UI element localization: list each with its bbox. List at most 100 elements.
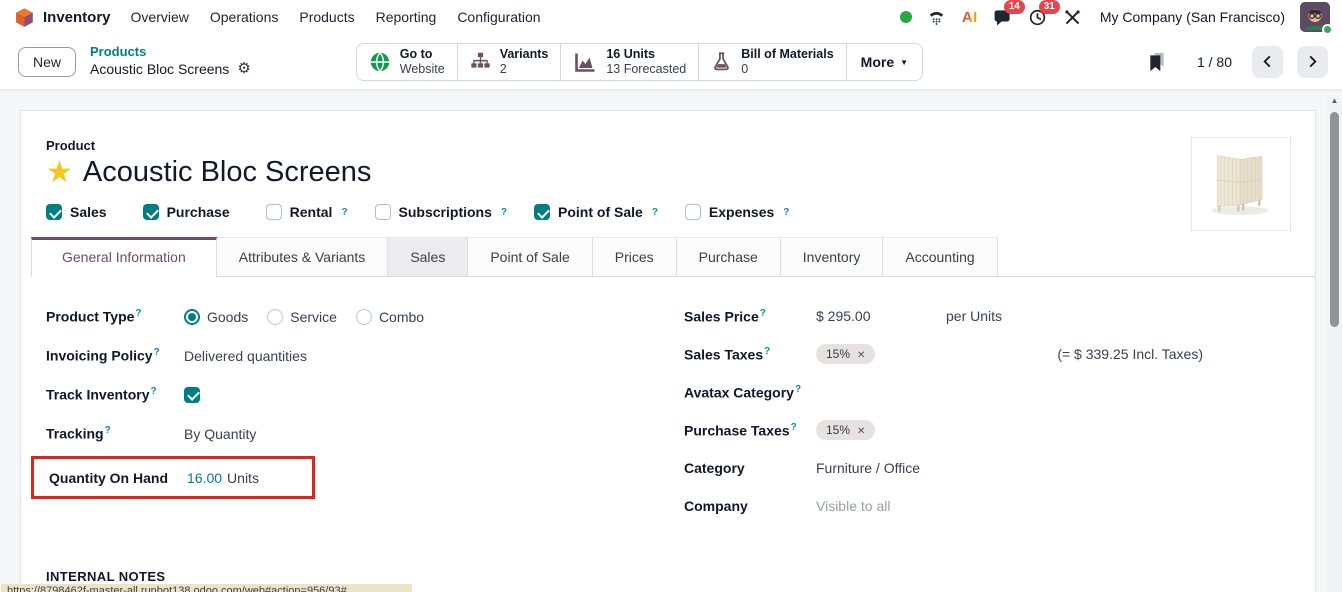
tab-sales[interactable]: Sales <box>388 237 468 276</box>
acoustic-screen-picture <box>1198 144 1284 224</box>
tax-included-note: (= $ 339.25 Incl. Taxes) <box>1057 346 1203 362</box>
menu-products[interactable]: Products <box>299 9 354 25</box>
smart-button-label: Variants <box>500 47 549 62</box>
radio-goods[interactable]: Goods <box>184 309 248 325</box>
toggle-rental[interactable]: Rental? <box>266 204 348 220</box>
form-left-column: Product Type? Goods Service Combo Invoic… <box>46 297 666 525</box>
sales-tax-tag[interactable]: 15% <box>816 344 875 364</box>
toggle-sales[interactable]: Sales <box>46 204 116 220</box>
smart-button-label: Bill of Materials <box>741 47 833 62</box>
smart-button-go-to-website[interactable]: Go to Website <box>357 44 458 80</box>
field-product-type: Product Type? Goods Service Combo <box>46 297 666 336</box>
globe-icon <box>369 51 391 73</box>
field-invoicing-policy: Invoicing Policy? Delivered quantities <box>46 336 666 375</box>
company-value[interactable]: Visible to all <box>816 498 890 514</box>
purchase-checkbox[interactable] <box>143 204 159 220</box>
pager-next-button[interactable] <box>1297 46 1328 78</box>
more-button[interactable]: More <box>847 44 922 80</box>
menu-reporting[interactable]: Reporting <box>376 9 437 25</box>
tab-inventory[interactable]: Inventory <box>781 237 884 276</box>
tracking-value[interactable]: By Quantity <box>184 426 256 442</box>
phone-icon[interactable] <box>927 7 947 27</box>
control-panel: New Products Acoustic Bloc Screens Go to… <box>0 34 1342 90</box>
field-purchase-taxes: Purchase Taxes? 15% <box>684 411 1289 449</box>
form-right-column: Sales Price? $ 295.00 per Units Sales Ta… <box>666 297 1289 525</box>
smart-button-bill-of-materials[interactable]: Bill of Materials 0 <box>699 44 846 80</box>
field-tracking: Tracking? By Quantity <box>46 414 666 453</box>
product-form-sheet: Product Acoustic Bloc Screens Sales Purc… <box>20 110 1316 592</box>
sales-checkbox[interactable] <box>46 204 62 220</box>
tab-accounting[interactable]: Accounting <box>883 237 997 276</box>
field-track-inventory: Track Inventory? <box>46 375 666 414</box>
toggle-purchase[interactable]: Purchase <box>143 204 239 220</box>
toggle-expenses[interactable]: Expenses? <box>685 204 789 220</box>
bookmark-icon[interactable] <box>1147 52 1167 72</box>
menu-configuration[interactable]: Configuration <box>457 9 540 25</box>
radio-service[interactable]: Service <box>267 309 337 325</box>
user-avatar[interactable] <box>1300 2 1330 32</box>
tab-point-of-sale[interactable]: Point of Sale <box>468 237 592 276</box>
field-avatax-category: Avatax Category? <box>684 373 1289 411</box>
invoicing-policy-value[interactable]: Delivered quantities <box>184 348 307 364</box>
subscriptions-checkbox[interactable] <box>375 204 391 220</box>
pager-value: 1 / 80 <box>1197 54 1232 70</box>
sitemap-icon <box>470 51 491 72</box>
main-menu: Overview Operations Products Reporting C… <box>131 9 541 25</box>
app-name[interactable]: Inventory <box>43 9 111 26</box>
gear-icon[interactable] <box>237 60 250 79</box>
smart-button-forecasted-units[interactable]: 16 Units 13 Forecasted <box>561 44 699 80</box>
field-sales-price: Sales Price? $ 295.00 per Units <box>684 297 1289 335</box>
smart-button-sublabel: Website <box>400 62 445 77</box>
scrollbar-thumb[interactable] <box>1330 112 1339 327</box>
top-navbar: Inventory Overview Operations Products R… <box>0 0 1342 34</box>
statusbar-link-preview: https://8798462f-master-all.runbot138.od… <box>1 584 412 592</box>
inventory-app-icon[interactable] <box>14 7 35 28</box>
online-status-icon <box>900 11 912 23</box>
notebook-tabs: General Information Attributes & Variant… <box>31 237 1315 277</box>
smart-button-sublabel: 13 Forecasted <box>606 62 686 77</box>
radio-combo[interactable]: Combo <box>356 309 424 325</box>
sales-price-uom: per Units <box>946 308 1002 324</box>
pager-previous-button[interactable] <box>1252 46 1283 78</box>
product-image[interactable] <box>1191 137 1291 231</box>
menu-operations[interactable]: Operations <box>210 9 278 25</box>
track-inventory-checkbox[interactable] <box>184 387 200 403</box>
toggle-point-of-sale[interactable]: Point of Sale? <box>534 204 658 220</box>
expenses-checkbox[interactable] <box>685 204 701 220</box>
activities-icon[interactable]: 31 <box>1028 7 1048 27</box>
company-switcher[interactable]: My Company (San Francisco) <box>1100 9 1285 25</box>
scroll-up-arrow-icon[interactable] <box>1327 96 1342 105</box>
area-chart-icon <box>573 50 597 74</box>
category-value[interactable]: Furniture / Office <box>816 460 920 476</box>
field-category: Category Furniture / Office <box>684 449 1289 487</box>
tab-prices[interactable]: Prices <box>593 237 677 276</box>
remove-tag-icon[interactable] <box>857 423 865 437</box>
remove-tag-icon[interactable] <box>857 347 865 361</box>
quantity-unit: Units <box>227 470 259 486</box>
smart-button-sublabel: 2 <box>500 62 549 77</box>
new-button[interactable]: New <box>18 47 76 77</box>
smart-buttons: Go to Website Variants 2 16 Units 13 For… <box>356 43 923 81</box>
breadcrumb-current: Acoustic Bloc Screens <box>90 61 229 79</box>
messages-icon[interactable]: 14 <box>993 7 1013 27</box>
smart-button-variants[interactable]: Variants 2 <box>458 44 562 80</box>
internal-notes-heading: INTERNAL NOTES <box>46 569 1289 584</box>
vertical-scrollbar[interactable] <box>1327 95 1342 592</box>
tab-general-information[interactable]: General Information <box>31 237 217 277</box>
rental-checkbox[interactable] <box>266 204 282 220</box>
breadcrumb-products-link[interactable]: Products <box>90 44 251 60</box>
tab-attributes-variants[interactable]: Attributes & Variants <box>217 237 389 276</box>
field-company: Company Visible to all <box>684 487 1289 525</box>
tools-icon[interactable] <box>1063 7 1083 27</box>
ai-icon[interactable]: AI <box>962 9 978 26</box>
purchase-tax-tag[interactable]: 15% <box>816 420 875 440</box>
point-of-sale-checkbox[interactable] <box>534 204 550 220</box>
product-label: Product <box>46 138 1289 153</box>
tab-purchase[interactable]: Purchase <box>677 237 781 276</box>
toggle-subscriptions[interactable]: Subscriptions? <box>375 204 507 220</box>
sales-price-value[interactable]: $ 295.00 <box>816 308 946 324</box>
menu-overview[interactable]: Overview <box>131 9 189 25</box>
quantity-on-hand-value[interactable]: 16.00 <box>187 470 222 486</box>
favorite-star-icon[interactable] <box>46 158 73 188</box>
product-title[interactable]: Acoustic Bloc Screens <box>83 156 372 189</box>
